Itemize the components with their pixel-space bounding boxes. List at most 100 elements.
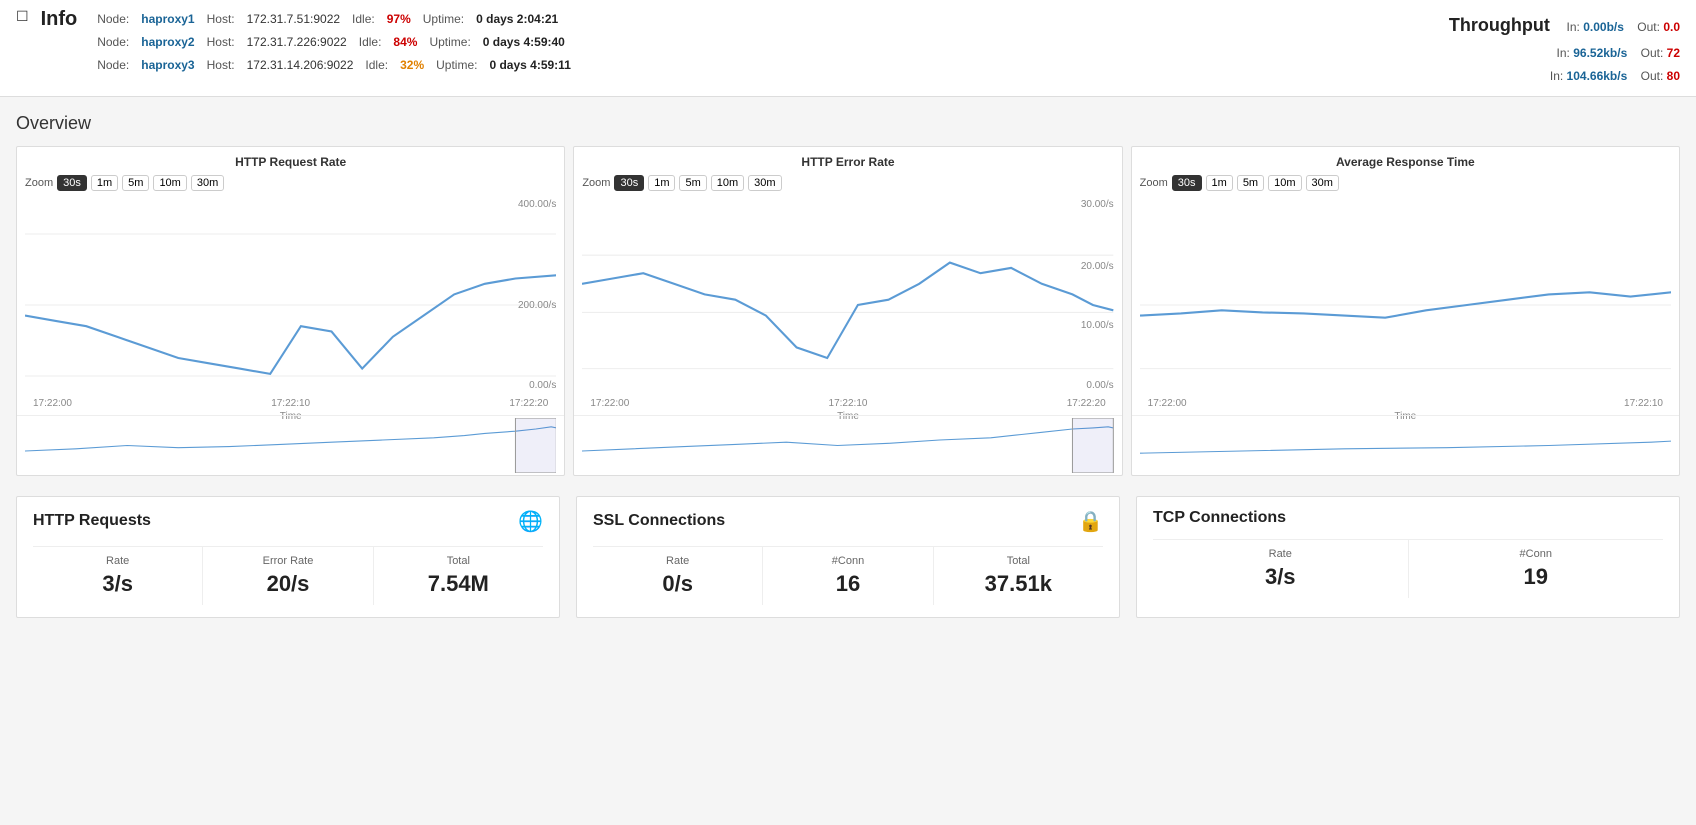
- x-time-1a: 17:22:00: [33, 398, 72, 409]
- chart-area-1: 400.00/s 200.00/s 0.00/s 17:22:00 17:22:…: [17, 195, 564, 415]
- zoom-5m-1[interactable]: 5m: [122, 175, 149, 191]
- chart-svg-1: [25, 199, 556, 411]
- chart-http-request-rate: HTTP Request Rate Zoom 30s 1m 5m 10m 30m…: [16, 146, 565, 476]
- node-name-haproxy1: haproxy1: [141, 8, 194, 31]
- stats-title-tcp: TCP Connections: [1153, 509, 1286, 527]
- chart-mini-3: 17:00 17:10 Time: [1132, 415, 1679, 475]
- node-host-haproxy2: 172.31.7.226:9022: [247, 31, 347, 54]
- metric-label-total-ssl: Total: [938, 555, 1099, 567]
- metric-value-conn-ssl: 16: [767, 571, 928, 597]
- header-bar: ☐ Info Node: haproxy1 Host: 172.31.7.51:…: [0, 0, 1696, 97]
- uptime-label-haproxy2: Uptime:: [429, 31, 470, 54]
- host-label: Host:: [207, 54, 235, 77]
- mini-svg-1: [25, 418, 556, 473]
- chart-area-2: 30.00/s 20.00/s 10.00/s 0.00/s 17:22:00 …: [574, 195, 1121, 415]
- idle-label-haproxy3: Idle:: [365, 54, 388, 77]
- zoom-10m-3[interactable]: 10m: [1268, 175, 1301, 191]
- x-time-1c: 17:22:20: [509, 398, 548, 409]
- node-label: Node:: [97, 31, 129, 54]
- zoom-30m-3[interactable]: 30m: [1306, 175, 1339, 191]
- metric-label-conn-ssl: #Conn: [767, 555, 928, 567]
- node-row-haproxy1: Node: haproxy1 Host: 172.31.7.51:9022 Id…: [97, 8, 571, 31]
- chart-title-2: HTTP Error Rate: [574, 147, 1121, 173]
- y-label-0: 0.00/s: [529, 380, 556, 391]
- zoom-30m-2[interactable]: 30m: [748, 175, 781, 191]
- stats-header-tcp: TCP Connections: [1153, 509, 1663, 527]
- chart-http-error-rate: HTTP Error Rate Zoom 30s 1m 5m 10m 30m 3…: [573, 146, 1122, 476]
- zoom-5m-2[interactable]: 5m: [679, 175, 706, 191]
- x-time-1b: 17:22:10: [271, 398, 310, 409]
- mini-svg-2: [582, 418, 1113, 473]
- idle-val-haproxy2: 84%: [393, 31, 417, 54]
- stats-header-http: HTTP Requests 🌐: [33, 509, 543, 534]
- metric-total-http: Total 7.54M: [374, 547, 543, 605]
- x-time-2c: 17:22:20: [1067, 398, 1106, 409]
- http-globe-icon: 🌐: [518, 509, 543, 534]
- x-time-3b: 17:22:10: [1624, 398, 1663, 409]
- header-left: ☐ Info Node: haproxy1 Host: 172.31.7.51:…: [16, 8, 571, 76]
- header-right: Throughput In: 0.00b/s Out: 0.0 In: 96.5…: [1449, 8, 1680, 88]
- node-name-haproxy3: haproxy3: [141, 54, 194, 77]
- throughput-title: Throughput In: 0.00b/s Out: 0.0: [1449, 8, 1680, 42]
- metric-conn-tcp: #Conn 19: [1409, 540, 1664, 598]
- idle-val-haproxy1: 97%: [387, 8, 411, 31]
- stats-row: HTTP Requests 🌐 Rate 3/s Error Rate 20/s…: [16, 496, 1680, 618]
- chart-avg-response-time: Average Response Time Zoom 30s 1m 5m 10m…: [1131, 146, 1680, 476]
- zoom-10m-2[interactable]: 10m: [711, 175, 744, 191]
- metric-error-rate-http: Error Rate 20/s: [203, 547, 373, 605]
- metric-label-conn-tcp: #Conn: [1413, 548, 1660, 560]
- zoom-5m-3[interactable]: 5m: [1237, 175, 1264, 191]
- stats-metrics-ssl: Rate 0/s #Conn 16 Total 37.51k: [593, 546, 1103, 605]
- chart-zoom-3: Zoom 30s 1m 5m 10m 30m: [1132, 173, 1679, 195]
- ssl-lock-icon: 🔒: [1078, 509, 1103, 534]
- chart-svg-3: [1140, 199, 1671, 411]
- overview-title: Overview: [16, 113, 1680, 134]
- zoom-10m-1[interactable]: 10m: [153, 175, 186, 191]
- stats-header-ssl: SSL Connections 🔒: [593, 509, 1103, 534]
- throughput-row-3: In: 104.66kb/s Out: 80: [1449, 65, 1680, 88]
- metric-rate-ssl: Rate 0/s: [593, 547, 763, 605]
- metric-rate-tcp: Rate 3/s: [1153, 540, 1409, 598]
- chart-zoom-2: Zoom 30s 1m 5m 10m 30m: [574, 173, 1121, 195]
- zoom-30s-1[interactable]: 30s: [57, 175, 87, 191]
- zoom-30s-2[interactable]: 30s: [614, 175, 644, 191]
- stats-metrics-tcp: Rate 3/s #Conn 19: [1153, 539, 1663, 598]
- idle-label-haproxy1: Idle:: [352, 8, 375, 31]
- zoom-1m-1[interactable]: 1m: [91, 175, 118, 191]
- chart-title-1: HTTP Request Rate: [17, 147, 564, 173]
- node-name-haproxy2: haproxy2: [141, 31, 194, 54]
- chart-title-3: Average Response Time: [1132, 147, 1679, 173]
- chart-mini-2: 17:00 17:10 17:20 Time: [574, 415, 1121, 475]
- zoom-30m-1[interactable]: 30m: [191, 175, 224, 191]
- zoom-label-3: Zoom: [1140, 177, 1168, 189]
- metric-value-rate-ssl: 0/s: [597, 571, 758, 597]
- x-time-3a: 17:22:00: [1148, 398, 1187, 409]
- chart-svg-2: [582, 199, 1113, 411]
- y-label-10: 10.00/s: [1081, 320, 1114, 331]
- stats-title-ssl: SSL Connections: [593, 512, 725, 530]
- chart-mini-1: 17:00 17:10 17:20 Time: [17, 415, 564, 475]
- node-host-haproxy3: 172.31.14.206:9022: [247, 54, 354, 77]
- metric-value-rate-http: 3/s: [37, 571, 198, 597]
- node-row-haproxy2: Node: haproxy2 Host: 172.31.7.226:9022 I…: [97, 31, 571, 54]
- zoom-1m-3[interactable]: 1m: [1206, 175, 1233, 191]
- metric-value-rate-tcp: 3/s: [1157, 564, 1404, 590]
- y-label-30: 30.00/s: [1081, 199, 1114, 210]
- metric-conn-ssl: #Conn 16: [763, 547, 933, 605]
- node-label: Node:: [97, 8, 129, 31]
- chart-zoom-1: Zoom 30s 1m 5m 10m 30m: [17, 173, 564, 195]
- main-content: Overview HTTP Request Rate Zoom 30s 1m 5…: [0, 97, 1696, 634]
- y-label-0-2: 0.00/s: [1086, 380, 1113, 391]
- metric-label-total-http: Total: [378, 555, 539, 567]
- zoom-30s-3[interactable]: 30s: [1172, 175, 1202, 191]
- metric-label-error-http: Error Rate: [207, 555, 368, 567]
- uptime-val-haproxy2: 0 days 4:59:40: [483, 31, 565, 54]
- info-title: Info: [41, 8, 78, 31]
- uptime-val-haproxy1: 0 days 2:04:21: [476, 8, 558, 31]
- zoom-1m-2[interactable]: 1m: [648, 175, 675, 191]
- zoom-label-1: Zoom: [25, 177, 53, 189]
- charts-row: HTTP Request Rate Zoom 30s 1m 5m 10m 30m…: [16, 146, 1680, 476]
- info-toggle-icon[interactable]: ☐: [16, 8, 29, 25]
- stats-card-ssl: SSL Connections 🔒 Rate 0/s #Conn 16 Tota…: [576, 496, 1120, 618]
- chart-area-3: 17:22:00 17:22:10 Time: [1132, 195, 1679, 415]
